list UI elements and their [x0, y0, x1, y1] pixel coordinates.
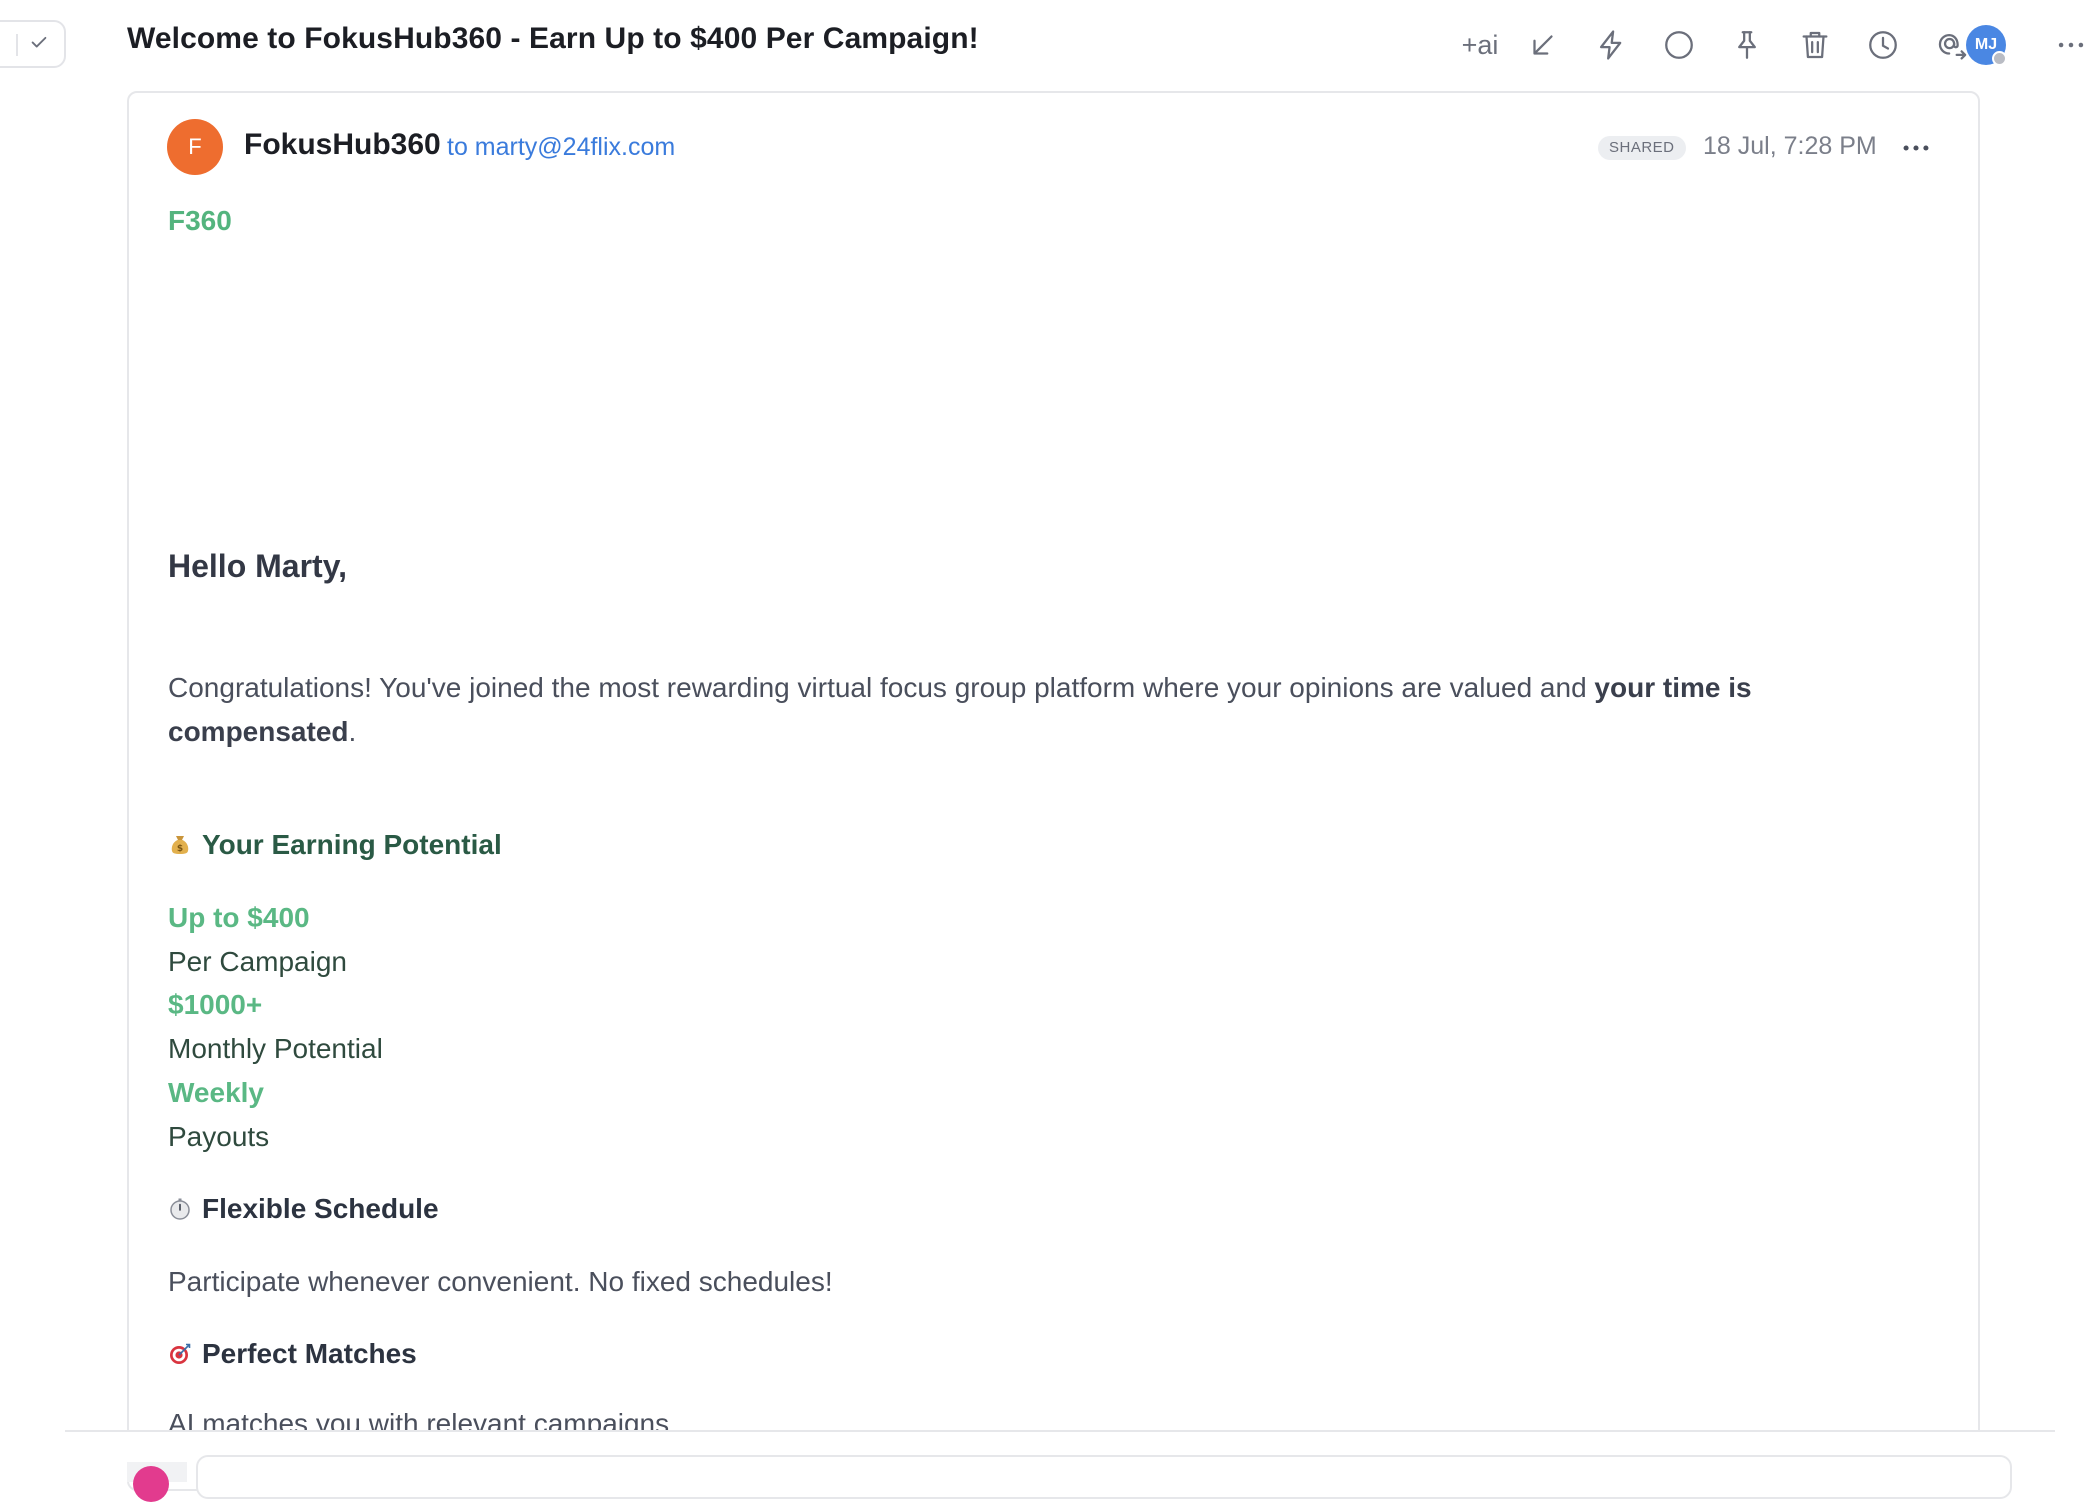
- money-bag-icon: $: [171, 836, 189, 854]
- mark-unread-button[interactable]: [1654, 20, 1704, 70]
- reply-avatar: [133, 1466, 169, 1502]
- check-icon: [28, 31, 50, 58]
- user-avatar[interactable]: MJ: [1966, 25, 2007, 66]
- reply-input[interactable]: [196, 1455, 2012, 1499]
- snooze-button[interactable]: [1858, 20, 1908, 70]
- flexible-heading: Flexible Schedule: [168, 1193, 439, 1225]
- sender-name[interactable]: FokusHub360: [244, 128, 441, 162]
- email-subject: Welcome to FokusHub360 - Earn Up to $400…: [127, 22, 979, 55]
- earning-heading: $ Your Earning Potential: [168, 829, 502, 861]
- intro-text: Congratulations! You've joined the most …: [168, 672, 1595, 703]
- presence-dot: [1992, 51, 2007, 66]
- matches-heading-text: Perfect Matches: [202, 1338, 417, 1369]
- move-to-inbox-button[interactable]: [1518, 20, 1568, 70]
- trash-icon: [1802, 31, 1828, 59]
- flexible-text: Participate whenever convenient. No fixe…: [168, 1266, 833, 1297]
- intro-end: .: [348, 716, 357, 747]
- mark-done-button[interactable]: [0, 20, 66, 68]
- stopwatch-icon: [170, 1198, 190, 1220]
- message-more-button[interactable]: [1893, 126, 1939, 170]
- user-initials: MJ: [1974, 36, 1998, 53]
- matches-heading: Perfect Matches: [168, 1338, 417, 1370]
- ai-button[interactable]: +ai: [1455, 20, 1505, 70]
- brand-logo-text: F360: [168, 205, 232, 236]
- circle-icon: [1665, 31, 1693, 59]
- flexible-heading-text: Flexible Schedule: [202, 1193, 439, 1224]
- intro-paragraph: Congratulations! You've joined the most …: [168, 666, 1868, 754]
- ai-label: +ai: [1461, 29, 1499, 60]
- clock-icon: [1869, 31, 1897, 59]
- greeting: Hello Marty,: [168, 548, 347, 584]
- stat-label: Monthly Potential: [168, 1033, 383, 1064]
- shared-badge: SHARED: [1598, 136, 1686, 160]
- pin-icon: [1738, 31, 1756, 59]
- earning-heading-text: Your Earning Potential: [202, 829, 502, 860]
- pin-button[interactable]: [1722, 20, 1772, 70]
- move-to-inbox-icon: [1533, 35, 1553, 55]
- mention-forward-icon: [1938, 33, 1967, 60]
- message-date: 18 Jul, 7:28 PM: [1703, 132, 1877, 160]
- divider: [16, 34, 18, 56]
- more-icon: [2058, 42, 2084, 48]
- divider: [65, 1430, 2055, 1432]
- lightning-icon: [1599, 30, 1622, 60]
- more-options-button[interactable]: [2046, 20, 2084, 70]
- svg-text:$: $: [177, 844, 183, 854]
- delete-button[interactable]: [1790, 20, 1840, 70]
- sender-avatar: F: [167, 119, 223, 175]
- recipient-link[interactable]: to marty@24flix.com: [447, 133, 675, 162]
- stat-value: Weekly: [168, 1077, 264, 1108]
- stat-value: $1000+: [168, 989, 263, 1020]
- stat-label: Payouts: [168, 1121, 270, 1152]
- target-icon: [170, 1343, 191, 1364]
- stat-value: Up to $400: [168, 902, 310, 933]
- stat-label: Per Campaign: [168, 946, 347, 977]
- more-icon: [1903, 145, 1929, 151]
- snippet-button[interactable]: [1586, 20, 1636, 70]
